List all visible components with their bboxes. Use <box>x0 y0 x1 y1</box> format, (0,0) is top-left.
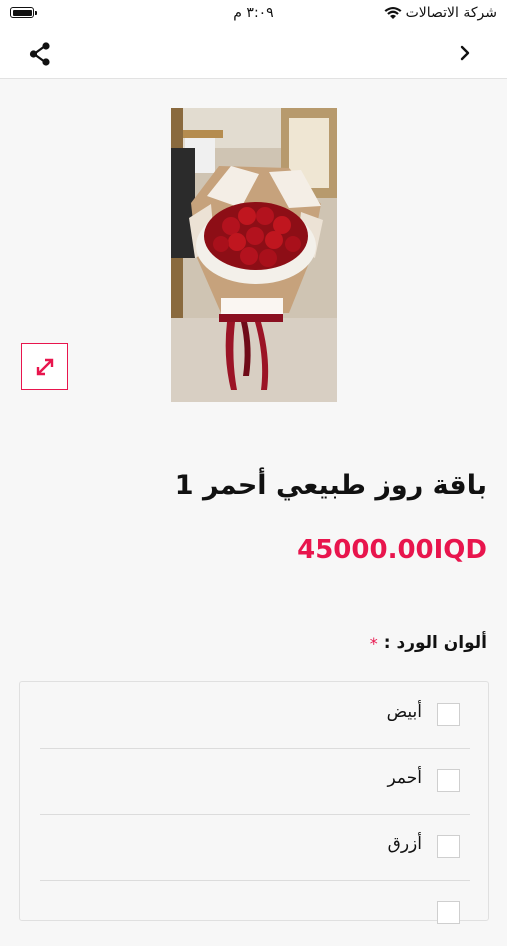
option-checkbox[interactable] <box>437 703 460 726</box>
carrier-label: شركة الاتصالات <box>405 5 497 21</box>
expand-image-button[interactable] <box>21 343 68 390</box>
required-marker: * <box>369 633 378 653</box>
options-list: أبيض أحمر أزرق <box>19 681 489 924</box>
option-checkbox[interactable] <box>437 769 460 792</box>
wifi-icon <box>384 7 402 19</box>
option-row[interactable] <box>40 880 470 946</box>
option-label: أزرق <box>387 834 422 854</box>
product-title: باقة روز طبيعي أحمر 1 <box>174 470 487 501</box>
options-label: ألوان الورد : * <box>370 633 487 653</box>
option-label: أحمر <box>387 768 422 788</box>
status-carrier: شركة الاتصالات <box>384 5 497 21</box>
top-navbar <box>0 28 507 79</box>
option-row[interactable]: أبيض <box>40 682 470 749</box>
option-row[interactable]: أزرق <box>40 814 470 881</box>
product-image[interactable] <box>171 108 337 402</box>
option-row[interactable]: أحمر <box>40 748 470 815</box>
product-price: 45000.00IQD <box>297 535 487 565</box>
back-button[interactable] <box>457 43 473 63</box>
share-icon <box>29 42 50 66</box>
options-label-text: ألوان الورد : <box>383 633 487 653</box>
option-checkbox[interactable] <box>437 901 460 924</box>
option-label: أبيض <box>386 702 422 722</box>
chevron-right-icon <box>460 45 470 61</box>
share-button[interactable] <box>26 40 54 68</box>
expand-icon <box>36 358 53 375</box>
option-checkbox[interactable] <box>437 835 460 858</box>
status-bar: ٣:٠٩ م شركة الاتصالات <box>0 0 507 28</box>
red-rose-bouquet-photo <box>171 108 337 402</box>
